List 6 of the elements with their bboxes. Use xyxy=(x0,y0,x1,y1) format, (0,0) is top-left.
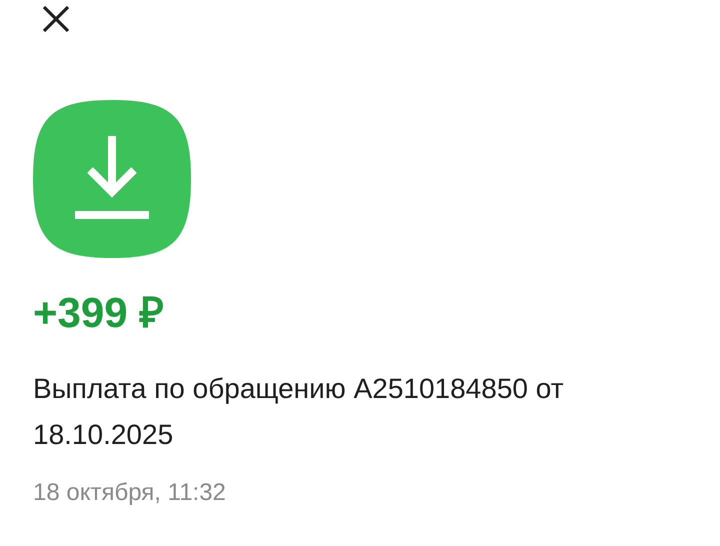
download-icon xyxy=(33,100,191,258)
datetime-text: 18 октября, 11:32 xyxy=(33,478,227,508)
description-text: Выплата по обращению A2510184850 от 18.10.2025 xyxy=(33,372,565,452)
close-button[interactable] xyxy=(41,4,71,34)
amount-text: +399 ₽ xyxy=(33,288,164,338)
close-icon xyxy=(41,4,71,34)
